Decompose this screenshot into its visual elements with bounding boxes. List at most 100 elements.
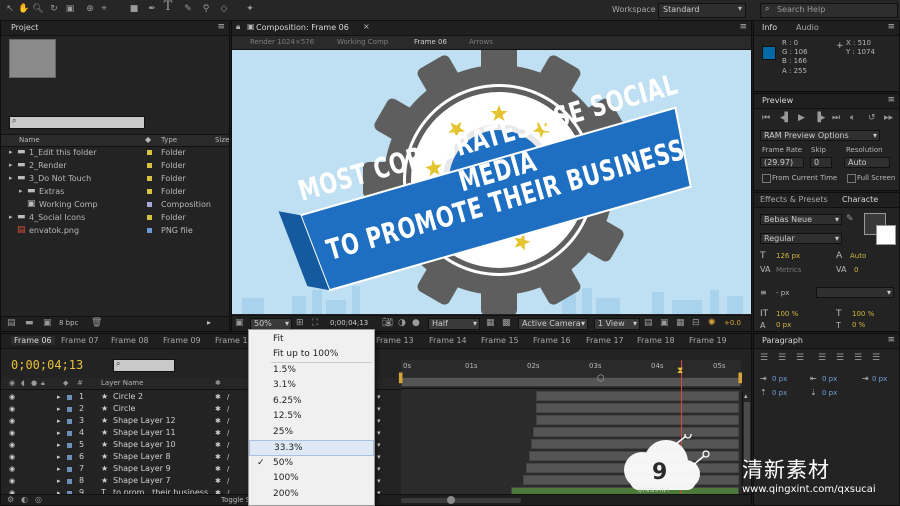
panel-menu-icon[interactable]: ≡ [217, 22, 225, 32]
lock-icon[interactable]: 🔒︎ [236, 22, 240, 32]
align-left-icon[interactable]: ☰ [760, 352, 768, 364]
label-color-swatch[interactable] [147, 163, 152, 168]
quality-switch-icon[interactable]: / [227, 451, 229, 463]
full-screen-checkbox[interactable] [847, 174, 856, 183]
tab-timeline-frame[interactable]: Frame 15 [481, 336, 519, 345]
layer-row[interactable]: ◉ ▸ 3 ★ Shape Layer 12 ✱ / ▾ [1, 415, 381, 427]
layer-row[interactable]: ◉ ▸ 1 ★ Circle 2 ✱ / ▾ [1, 391, 381, 403]
layer-duration-bar[interactable] [536, 391, 739, 401]
shy-switch-icon[interactable]: ✱ [215, 427, 221, 439]
parent-dropdown-icon[interactable]: ▾ [377, 451, 381, 463]
tab-timeline-frame[interactable]: Frame 08 [111, 336, 149, 345]
quality-switch-icon[interactable]: / [227, 475, 229, 487]
tab-project[interactable]: Project [11, 23, 38, 32]
shy-switch-icon[interactable]: ✱ [215, 451, 221, 463]
project-item[interactable]: ▸ ▬ 1_Edit this folder Folder [1, 146, 229, 159]
timeline-icon[interactable]: ▦ [676, 317, 685, 329]
label-color-swatch[interactable] [147, 150, 152, 155]
tab-composition[interactable]: Composition: Frame 06 [256, 23, 349, 32]
grid-icon[interactable]: ⊞ [296, 317, 304, 329]
parent-dropdown-icon[interactable]: ▾ [377, 415, 381, 427]
label-color-swatch[interactable] [67, 455, 72, 460]
trash-icon[interactable]: 🗑︎ [91, 317, 102, 329]
close-icon[interactable]: × [363, 22, 370, 31]
layer-row[interactable]: ◉ ▸ 8 ★ Shape Layer 7 ✱ / ▾ [1, 475, 381, 487]
zoom-menu-item[interactable]: 33.3% [249, 440, 374, 456]
work-area-end-icon[interactable]: ▐ [735, 374, 742, 384]
label-color-swatch[interactable] [147, 202, 152, 207]
snapshot-icon[interactable]: 📷︎ [382, 317, 393, 329]
zoom-menu-item[interactable]: 6.25% [249, 394, 374, 408]
layer-name[interactable]: Shape Layer 9 [113, 463, 171, 475]
parent-dropdown-icon[interactable]: ▾ [377, 439, 381, 451]
label-color-swatch[interactable] [67, 479, 72, 484]
layer-name[interactable]: Shape Layer 10 [113, 439, 176, 451]
comp-mini-flowchart-icon[interactable]: ⚙ [7, 494, 14, 505]
timeline-search-input[interactable]: ⌕ [113, 359, 175, 372]
from-current-checkbox[interactable] [762, 174, 771, 183]
layer-row[interactable]: ◉ ▸ 4 ★ Shape Layer 11 ✱ / ▾ [1, 427, 381, 439]
eye-icon[interactable]: ◉ [9, 439, 15, 451]
breadcrumb-working-comp[interactable]: Working Comp [337, 38, 388, 46]
label-color-swatch[interactable] [147, 176, 152, 181]
quality-switch-icon[interactable]: / [227, 415, 229, 427]
shy-switch-icon[interactable]: ✱ [215, 475, 221, 487]
exposure-icon[interactable]: ✺ [708, 317, 716, 329]
disclosure-triangle-icon[interactable]: ▸ [57, 463, 61, 475]
shy-switch-icon[interactable]: ✱ [215, 439, 221, 451]
pan-behind-tool-icon[interactable]: ⊕ [84, 3, 96, 15]
layer-row[interactable]: ◉ ▸ 2 ★ Circle ✱ / ▾ [1, 403, 381, 415]
shy-switch-icon[interactable]: ✱ [215, 415, 221, 427]
parent-dropdown-icon[interactable]: ▾ [377, 463, 381, 475]
panel-menu-icon[interactable]: ≡ [739, 22, 747, 32]
label-color-swatch[interactable] [67, 395, 72, 400]
project-item[interactable]: ▣ Working Comp Composition [1, 198, 229, 211]
breadcrumb-frame-06[interactable]: Frame 06 [414, 38, 447, 46]
quality-switch-icon[interactable]: / [227, 427, 229, 439]
disclosure-triangle-icon[interactable]: ▸ [57, 391, 61, 403]
disclosure-triangle-icon[interactable]: ▸ [57, 403, 61, 415]
mute-icon[interactable]: 🔈︎ [850, 112, 855, 124]
tracking-value[interactable]: 0 [854, 266, 858, 274]
camera-tool-icon[interactable]: ▣ [64, 3, 76, 15]
justify-right-icon[interactable]: ☰ [854, 352, 862, 364]
shy-switch-icon[interactable]: ✱ [215, 463, 221, 475]
disclosure-triangle-icon[interactable]: ▸ [57, 475, 61, 487]
zoom-menu-item[interactable]: 12.5% [249, 409, 374, 423]
eraser-tool-icon[interactable]: ◇ [218, 3, 230, 15]
zoom-menu-item[interactable]: 3.1% [249, 378, 374, 392]
zoom-slider-thumb[interactable] [447, 496, 455, 504]
layer-name[interactable]: Shape Layer 11 [113, 427, 176, 439]
tab-paragraph[interactable]: Paragraph [762, 336, 803, 345]
flowchart-icon[interactable]: ⊟ [692, 317, 700, 329]
disclosure-triangle-icon[interactable]: ▸ [19, 185, 23, 198]
zoom-menu-item[interactable]: Fit up to 100% [249, 347, 374, 361]
parent-dropdown-icon[interactable]: ▾ [377, 427, 381, 439]
font-family-select[interactable]: Bebas Neue ▾ [760, 214, 842, 225]
camera-select[interactable]: Active Camera ▾ [518, 318, 588, 330]
eye-icon[interactable]: ◉ [9, 427, 15, 439]
parent-dropdown-icon[interactable]: ▾ [377, 403, 381, 415]
tab-preview[interactable]: Preview [762, 96, 793, 105]
breadcrumb-render[interactable]: Render 1024×576 [250, 38, 314, 46]
quality-switch-icon[interactable]: / [227, 403, 229, 415]
clone-stamp-tool-icon[interactable]: ⚲ [200, 3, 212, 15]
brush-tool-icon[interactable]: ✎ [182, 3, 194, 15]
next-frame-icon[interactable]: ▐▸ [814, 112, 825, 124]
roi-icon[interactable]: ▦ [486, 317, 495, 329]
toggle-pixel-aspect-icon[interactable]: ▤ [644, 317, 653, 329]
layer-name[interactable]: Circle [113, 403, 135, 415]
disclosure-triangle-icon[interactable]: ▸ [9, 159, 13, 172]
zoom-menu-item[interactable]: 25% [249, 425, 374, 439]
layer-row[interactable]: ◉ ▸ 5 ★ Shape Layer 10 ✱ / ▾ [1, 439, 381, 451]
previous-frame-icon[interactable]: ◂▌ [780, 112, 791, 124]
tab-timeline-frame[interactable]: Frame 06 [11, 336, 55, 345]
panel-menu-icon[interactable]: ≡ [887, 335, 895, 345]
comp-viewer[interactable]: MOST CORPORATES USE SOCIAL MEDIA TO PROM… [232, 50, 751, 314]
frame-rate-select[interactable]: (29.97) [760, 157, 804, 168]
zoom-menu-item[interactable]: Fit [249, 332, 374, 346]
disclosure-triangle-icon[interactable]: ▸ [9, 172, 13, 185]
marker-icon[interactable]: ⬡ [597, 374, 605, 384]
eye-icon[interactable]: ◉ [9, 475, 15, 487]
column-type[interactable]: Type [161, 136, 177, 144]
